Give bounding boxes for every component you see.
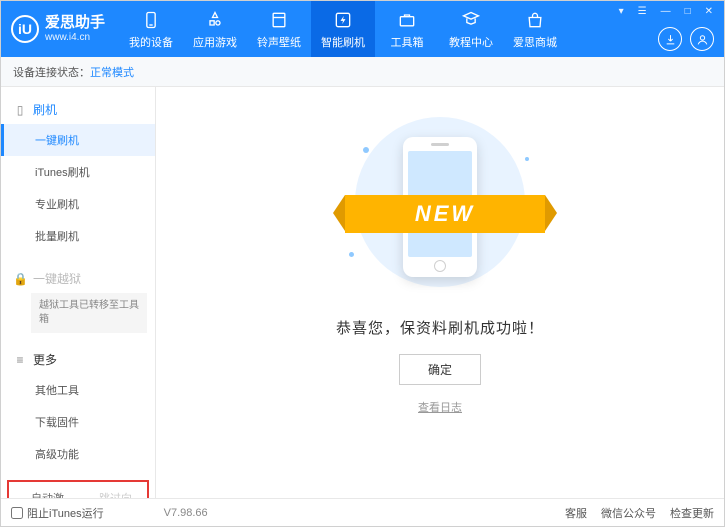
user-button[interactable] — [690, 27, 714, 51]
status-bar: 设备连接状态： 正常模式 — [1, 57, 724, 87]
nav-label: 智能刷机 — [321, 34, 365, 50]
maximize-button[interactable]: □ — [682, 5, 694, 18]
sidebar-section-label: 一键越狱 — [33, 270, 81, 287]
apps-icon — [204, 9, 226, 31]
sidebar-item-more-2[interactable]: 高级功能 — [1, 438, 155, 470]
status-label: 设备连接状态： — [13, 64, 90, 80]
main-content: NEW 恭喜您，保资料刷机成功啦！ 确定 查看日志 — [156, 87, 724, 498]
sidebar-item-flash-1[interactable]: iTunes刷机 — [1, 156, 155, 188]
device-icon — [140, 9, 162, 31]
tutorial-icon — [460, 9, 482, 31]
nav-apps[interactable]: 应用游戏 — [183, 1, 247, 57]
store-icon — [524, 9, 546, 31]
jailbreak-note: 越狱工具已转移至工具箱 — [31, 293, 147, 333]
nav-device[interactable]: 我的设备 — [119, 1, 183, 57]
ok-button[interactable]: 确定 — [399, 354, 481, 385]
menu-icon[interactable]: ☰ — [635, 5, 650, 18]
app-subtitle: www.i4.cn — [45, 32, 105, 43]
phone-icon: ▯ — [13, 103, 27, 117]
minimize-button[interactable]: — — [658, 5, 674, 18]
sidebar-section-label: 刷机 — [33, 101, 57, 118]
sidebar: ▯ 刷机 一键刷机iTunes刷机专业刷机批量刷机 🔒 一键越狱 越狱工具已转移… — [1, 87, 156, 498]
footer-link-update[interactable]: 检查更新 — [670, 505, 714, 521]
tools-icon — [396, 9, 418, 31]
nav-flash[interactable]: 智能刷机 — [311, 1, 375, 57]
lock-icon: 🔒 — [13, 272, 27, 286]
nav-label: 工具箱 — [391, 34, 424, 50]
app-header: iU 爱思助手 www.i4.cn 我的设备 应用游戏 铃声壁纸 智能刷机 工具箱 教程中… — [1, 1, 724, 57]
menu-icon: ≡ — [13, 353, 27, 367]
nav-ringtone[interactable]: 铃声壁纸 — [247, 1, 311, 57]
sidebar-item-flash-0[interactable]: 一键刷机 — [1, 124, 155, 156]
success-illustration: NEW — [345, 117, 535, 297]
sidebar-item-more-0[interactable]: 其他工具 — [1, 374, 155, 406]
nav-label: 我的设备 — [129, 34, 173, 50]
sidebar-item-flash-2[interactable]: 专业刷机 — [1, 188, 155, 220]
logo-icon: iU — [11, 15, 39, 43]
download-button[interactable] — [658, 27, 682, 51]
sidebar-item-more-1[interactable]: 下载固件 — [1, 406, 155, 438]
sidebar-section-jailbreak: 🔒 一键越狱 — [1, 264, 155, 293]
sidebar-section-label: 更多 — [33, 351, 57, 368]
nav-label: 应用游戏 — [193, 34, 237, 50]
version-label: V7.98.66 — [164, 507, 208, 519]
logo: iU 爱思助手 www.i4.cn — [1, 15, 119, 43]
app-title: 爱思助手 — [45, 15, 105, 32]
status-value: 正常模式 — [90, 64, 134, 80]
sidebar-section-flash[interactable]: ▯ 刷机 — [1, 95, 155, 124]
sidebar-item-flash-3[interactable]: 批量刷机 — [1, 220, 155, 252]
skip-guide-checkbox[interactable]: 跳过向导 — [83, 490, 141, 498]
footer-link-support[interactable]: 客服 — [565, 505, 587, 521]
nav-label: 教程中心 — [449, 34, 493, 50]
footer: 阻止iTunes运行 V7.98.66 客服 微信公众号 检查更新 — [1, 498, 724, 526]
ringtone-icon — [268, 9, 290, 31]
nav-tools[interactable]: 工具箱 — [375, 1, 439, 57]
window-controls: ▾ ☰ — □ ✕ — [616, 5, 716, 18]
success-message: 恭喜您，保资料刷机成功啦！ — [336, 317, 544, 338]
nav-tutorial[interactable]: 教程中心 — [439, 1, 503, 57]
nav-store[interactable]: 爱思商城 — [503, 1, 567, 57]
footer-link-wechat[interactable]: 微信公众号 — [601, 505, 656, 521]
options-highlighted-box: 自动激活 跳过向导 — [7, 480, 149, 498]
new-ribbon: NEW — [345, 195, 545, 233]
nav-label: 爱思商城 — [513, 34, 557, 50]
sidebar-section-more[interactable]: ≡ 更多 — [1, 345, 155, 374]
dropdown-icon[interactable]: ▾ — [616, 5, 627, 18]
block-itunes-checkbox[interactable]: 阻止iTunes运行 — [11, 505, 104, 521]
flash-icon — [332, 9, 354, 31]
close-button[interactable]: ✕ — [702, 5, 716, 18]
auto-activate-checkbox[interactable]: 自动激活 — [15, 490, 73, 498]
nav-label: 铃声壁纸 — [257, 34, 301, 50]
main-nav: 我的设备 应用游戏 铃声壁纸 智能刷机 工具箱 教程中心 爱思商城 — [119, 1, 567, 57]
view-log-link[interactable]: 查看日志 — [418, 399, 462, 415]
